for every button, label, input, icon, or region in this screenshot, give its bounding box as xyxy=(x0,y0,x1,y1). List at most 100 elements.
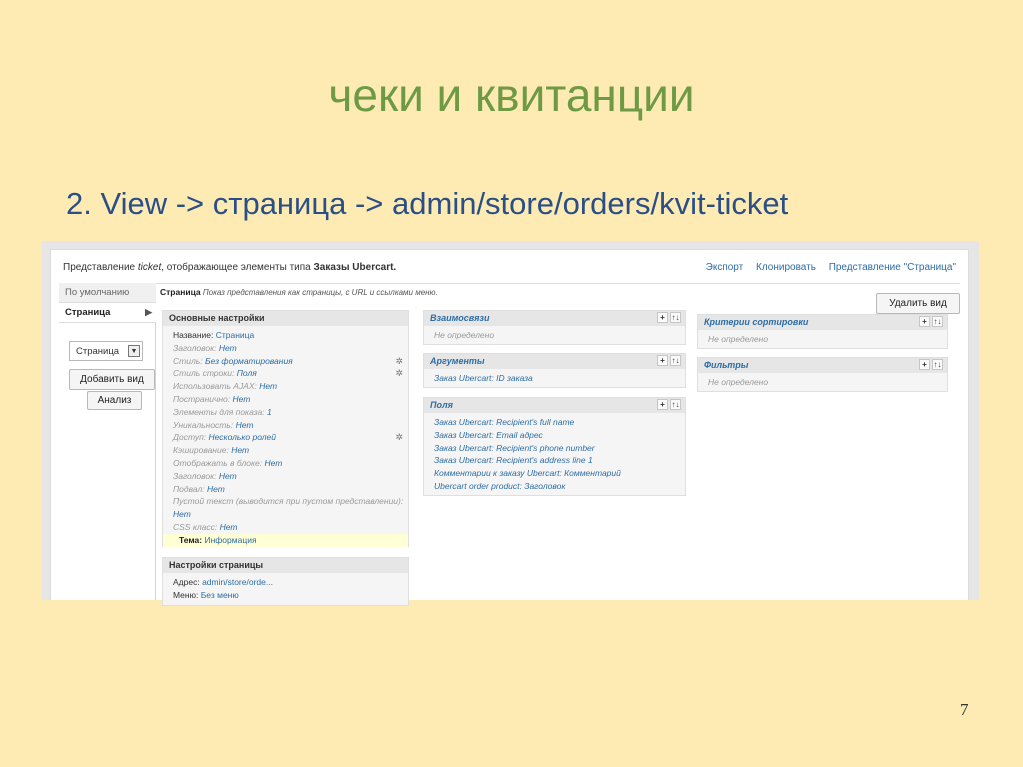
delete-display-button[interactable]: Удалить вид xyxy=(876,293,960,314)
tab-default[interactable]: По умолчанию xyxy=(59,283,156,303)
views-ui-screenshot: Представление ticket, отображающее элеме… xyxy=(42,241,979,606)
clone-link[interactable]: Клонировать xyxy=(756,262,816,273)
setting-value[interactable]: Нет xyxy=(264,458,282,468)
setting-key: Название: xyxy=(173,330,214,340)
setting-key: Пустой текст (выводится при пустом предс… xyxy=(173,496,404,507)
filters-panel: Фильтры + ↑↓ Не определено xyxy=(697,357,948,392)
page-view-link[interactable]: Представление "Страница" xyxy=(829,262,956,273)
field-item[interactable]: Заказ Ubercart: Recipient's phone number xyxy=(434,442,677,455)
setting-value[interactable]: Нет xyxy=(233,394,251,404)
theme-row[interactable]: Тема: Информация xyxy=(163,533,408,547)
fields-panel: Поля + ↑↓ Заказ Ubercart: Recipient's ful… xyxy=(423,397,686,496)
rearrange-icon[interactable]: ↑↓ xyxy=(670,355,681,366)
plus-icon[interactable]: + xyxy=(919,316,930,327)
sort-panel: Критерии сортировки + ↑↓ Не определено xyxy=(697,314,948,349)
tab-page-label: Страница xyxy=(65,307,111,318)
tab-page[interactable]: Страница ▶ xyxy=(59,303,156,323)
relationships-panel: Взаимосвязи + ↑↓ Не определено xyxy=(423,310,686,345)
display-strip: Страница Показ представления как страниц… xyxy=(160,287,438,297)
field-item[interactable]: Ubercart order product: Заголовок xyxy=(434,480,677,493)
page-settings-title: Настройки страницы xyxy=(163,558,408,573)
menu-value[interactable]: Без меню xyxy=(201,590,239,600)
display-type-value: Страница xyxy=(76,346,120,357)
rearrange-icon[interactable]: ↑↓ xyxy=(670,312,681,323)
fields-title: Поля xyxy=(430,400,453,410)
field-item[interactable]: Заказ Ubercart: Recipient's full name xyxy=(434,416,677,429)
setting-row[interactable]: Доступ: Несколько ролей ✲ xyxy=(173,431,403,444)
arguments-panel-header: Аргументы + ↑↓ xyxy=(424,354,685,369)
setting-value[interactable]: Нет xyxy=(173,509,191,519)
setting-value[interactable]: Несколько ролей xyxy=(209,432,276,442)
page-number: 7 xyxy=(960,700,969,719)
rearrange-icon[interactable]: ↑↓ xyxy=(670,399,681,410)
setting-row[interactable]: Заголовок: Нет xyxy=(173,342,400,355)
gear-icon[interactable]: ✲ xyxy=(395,431,403,444)
plus-icon[interactable]: + xyxy=(657,355,668,366)
setting-value[interactable]: Нет xyxy=(207,484,225,494)
plus-icon[interactable]: + xyxy=(657,312,668,323)
panel-tools: + ↑↓ xyxy=(655,312,681,323)
setting-row[interactable]: Подвал: Нет xyxy=(173,483,400,496)
setting-value[interactable]: Без форматирования xyxy=(205,356,293,366)
field-item[interactable]: Заказ Ubercart: Recipient's address line… xyxy=(434,454,677,467)
gear-icon[interactable]: ✲ xyxy=(395,367,403,380)
plus-icon[interactable]: + xyxy=(657,399,668,410)
setting-row[interactable]: Название: Страница xyxy=(173,329,400,342)
chevron-down-icon[interactable]: ▼ xyxy=(128,345,140,357)
setting-key: Доступ: xyxy=(173,432,207,443)
setting-value[interactable]: Нет xyxy=(259,381,277,391)
analysis-button[interactable]: Анализ xyxy=(87,391,142,410)
setting-row[interactable]: Нет xyxy=(173,508,400,521)
setting-value[interactable]: 1 xyxy=(267,407,272,417)
setting-value[interactable]: Страница xyxy=(216,330,255,340)
slide-title: чеки и квитанции xyxy=(328,69,695,121)
setting-value[interactable]: Нет xyxy=(236,420,254,430)
export-link[interactable]: Экспорт xyxy=(706,262,744,273)
setting-row[interactable]: Использовать AJAX: Нет xyxy=(173,380,400,393)
view-header: Представление ticket, отображающее элеме… xyxy=(63,262,956,282)
view-desc-type: Заказы Ubercart. xyxy=(313,262,397,273)
address-value[interactable]: admin/store/orde... xyxy=(202,577,273,587)
setting-key: Заголовок: xyxy=(173,342,217,353)
relationships-body: Не определено xyxy=(424,326,685,346)
rearrange-icon[interactable]: ↑↓ xyxy=(932,316,943,327)
field-item[interactable]: Комментарии к заказу Ubercart: Комментар… xyxy=(434,467,677,480)
add-display-button[interactable]: Добавить вид xyxy=(69,369,155,390)
setting-value[interactable]: Нет xyxy=(219,343,237,353)
arrow-right-icon: ▶ xyxy=(145,307,152,317)
relationships-empty: Не определено xyxy=(434,330,495,340)
display-type-select[interactable]: Страница ▼ xyxy=(69,341,143,361)
setting-row[interactable]: Постранично: Нет xyxy=(173,393,400,406)
gear-icon[interactable]: ✲ xyxy=(395,355,403,368)
arguments-title: Аргументы xyxy=(430,356,485,366)
menu-row[interactable]: Меню: Без меню xyxy=(173,589,400,602)
filters-title: Фильтры xyxy=(704,360,749,370)
panel-tools: + ↑↓ xyxy=(655,355,681,366)
slide-subtitle: 2. View -> страница -> admin/store/order… xyxy=(66,186,789,221)
theme-value[interactable]: Информация xyxy=(205,535,257,545)
argument-item[interactable]: Заказ Ubercart: ID заказа xyxy=(434,373,533,383)
setting-row[interactable]: Пустой текст (выводится при пустом предс… xyxy=(173,495,404,508)
setting-row[interactable]: Элементы для показа: 1 xyxy=(173,406,400,419)
setting-value[interactable]: Нет xyxy=(231,445,249,455)
rearrange-icon[interactable]: ↑↓ xyxy=(932,359,943,370)
setting-row[interactable]: Кэширование: Нет xyxy=(173,444,400,457)
setting-row[interactable]: Стиль: Без форматирования ✲ xyxy=(173,355,403,368)
setting-value[interactable]: Поля xyxy=(237,368,257,378)
setting-row[interactable]: Заголовок: Нет xyxy=(173,470,400,483)
view-description: Представление ticket, отображающее элеме… xyxy=(63,262,396,273)
setting-key: Постранично: xyxy=(173,393,231,404)
panel-tools: + ↑↓ xyxy=(655,399,681,410)
setting-row[interactable]: CSS класс: Нет xyxy=(173,521,400,534)
address-row[interactable]: Адрес: admin/store/orde... xyxy=(173,576,400,589)
setting-row[interactable]: Стиль строки: Поля ✲ xyxy=(173,367,403,380)
setting-row[interactable]: Уникальность: Нет xyxy=(173,419,400,432)
field-item[interactable]: Заказ Ubercart: Email адрес xyxy=(434,429,677,442)
plus-icon[interactable]: + xyxy=(919,359,930,370)
basic-settings-title: Основные настройки xyxy=(163,311,408,326)
setting-value[interactable]: Нет xyxy=(219,471,237,481)
setting-value[interactable]: Нет xyxy=(220,522,238,532)
setting-row[interactable]: Отображать в блоке: Нет xyxy=(173,457,400,470)
arguments-body: Заказ Ubercart: ID заказа xyxy=(424,369,685,389)
page-settings-panel: Настройки страницы Адрес: admin/store/or… xyxy=(162,557,409,606)
